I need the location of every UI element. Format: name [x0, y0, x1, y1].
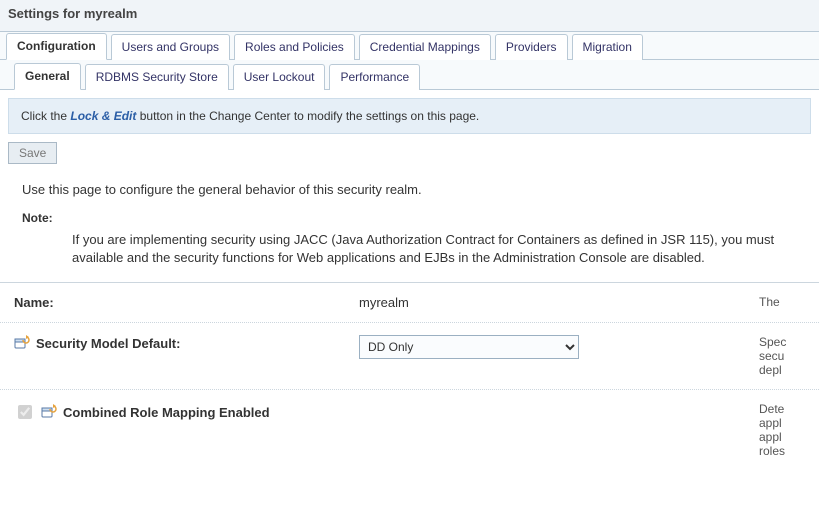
info-bar-prefix: Click the	[21, 109, 70, 123]
desc-security-model-1: Spec	[759, 335, 809, 349]
tab-providers[interactable]: Providers	[495, 34, 568, 60]
label-combined-role: Combined Role Mapping Enabled	[14, 402, 359, 422]
desc-combined-role-2: appl	[759, 416, 809, 430]
tab-credential-mappings[interactable]: Credential Mappings	[359, 34, 491, 60]
form-area: Name: myrealm The Security Model Default…	[0, 282, 819, 470]
restart-icon	[14, 335, 30, 352]
lock-edit-link[interactable]: Lock & Edit	[70, 109, 136, 123]
checkbox-combined-role[interactable]	[18, 405, 32, 419]
secondary-tab-row: General RDBMS Security Store User Lockou…	[0, 60, 819, 90]
label-name-text: Name:	[14, 295, 54, 310]
info-bar: Click the Lock & Edit button in the Chan…	[8, 98, 811, 134]
tab-configuration[interactable]: Configuration	[6, 33, 107, 60]
desc-security-model-2: secu	[759, 349, 809, 363]
subtab-rdbms-security-store[interactable]: RDBMS Security Store	[85, 64, 229, 90]
value-security-model: DD Only	[359, 335, 759, 359]
tab-users-and-groups[interactable]: Users and Groups	[111, 34, 230, 60]
label-name: Name:	[14, 295, 359, 310]
label-combined-role-text: Combined Role Mapping Enabled	[63, 405, 270, 420]
page-title: Settings for myrealm	[0, 0, 819, 32]
subtab-user-lockout[interactable]: User Lockout	[233, 64, 326, 90]
select-security-model[interactable]: DD Only	[359, 335, 579, 359]
body-text: Use this page to configure the general b…	[0, 182, 819, 266]
label-security-model: Security Model Default:	[14, 335, 359, 352]
label-security-model-text: Security Model Default:	[36, 336, 180, 351]
value-name: myrealm	[359, 295, 759, 310]
desc-combined-role-4: roles	[759, 444, 809, 458]
intro-text: Use this page to configure the general b…	[22, 182, 801, 197]
restart-icon	[41, 404, 57, 421]
desc-combined-role: Dete appl appl roles	[759, 402, 809, 458]
desc-name: The	[759, 295, 809, 309]
desc-combined-role-3: appl	[759, 430, 809, 444]
note-label: Note:	[22, 211, 801, 225]
desc-combined-role-1: Dete	[759, 402, 809, 416]
desc-security-model-3: depl	[759, 363, 809, 377]
primary-tab-row: Configuration Users and Groups Roles and…	[0, 32, 819, 60]
subtab-general[interactable]: General	[14, 63, 81, 90]
tab-roles-and-policies[interactable]: Roles and Policies	[234, 34, 355, 60]
row-name: Name: myrealm The	[0, 282, 819, 322]
tab-migration[interactable]: Migration	[572, 34, 643, 60]
row-combined-role: Combined Role Mapping Enabled Dete appl …	[0, 389, 819, 470]
save-button[interactable]: Save	[8, 142, 57, 164]
save-row: Save	[8, 142, 811, 164]
note-body: If you are implementing security using J…	[72, 231, 801, 266]
row-security-model: Security Model Default: DD Only Spec sec…	[0, 322, 819, 389]
subtab-performance[interactable]: Performance	[329, 64, 420, 90]
info-bar-suffix: button in the Change Center to modify th…	[140, 109, 480, 123]
desc-security-model: Spec secu depl	[759, 335, 809, 377]
